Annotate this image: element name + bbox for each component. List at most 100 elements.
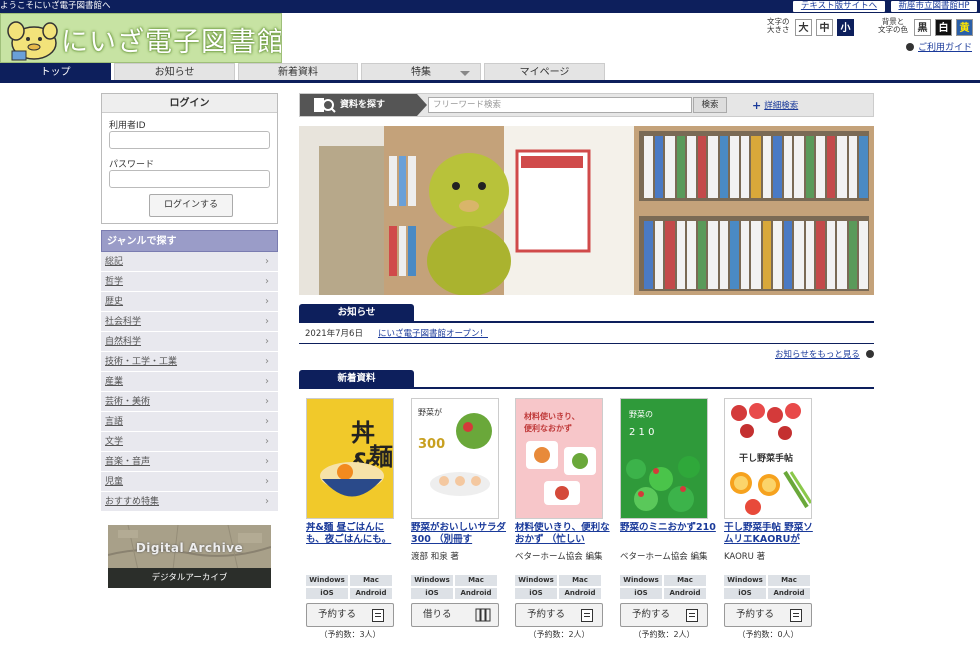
plus-icon: + — [752, 99, 762, 112]
font-size-large-button[interactable]: 大 — [795, 19, 812, 36]
reserve-icon — [790, 609, 802, 622]
platform-ios: iOS — [411, 588, 453, 599]
reserve-icon — [686, 609, 698, 622]
theme-yellow-button[interactable]: 黄 — [956, 19, 973, 36]
theme-black-button[interactable]: 黒 — [914, 19, 931, 36]
news-list: 2021年7月6日 にいざ電子図書館オープン！ — [299, 325, 874, 344]
news-date: 2021年7月6日 — [305, 329, 363, 339]
new-items-section-title: 新着資料 — [299, 370, 414, 387]
user-id-label: 利用者ID — [109, 121, 146, 131]
genre-item-recommended[interactable]: おすすめ特集 › — [101, 492, 278, 512]
password-label: パスワード — [109, 160, 155, 170]
theme-white-button[interactable]: 白 — [935, 19, 952, 36]
user-id-input[interactable] — [109, 131, 270, 149]
font-size-medium-button[interactable]: 中 — [816, 19, 833, 36]
tab-mypage[interactable]: マイページ — [484, 63, 605, 80]
reservation-count: （予約数：2人） — [528, 630, 590, 639]
tab-news[interactable]: お知らせ — [114, 63, 235, 80]
reservation-count: （予約数：3人） — [319, 630, 381, 639]
platform-windows: Windows — [724, 575, 766, 586]
genre-item-literature[interactable]: 文学 › — [101, 432, 278, 452]
book-cover[interactable]: 野菜の 2 1 0 — [620, 398, 708, 519]
site-logo[interactable]: にいざ電子図書館 — [0, 13, 282, 63]
chevron-right-icon: › — [265, 276, 269, 287]
news-item-link[interactable]: にいざ電子図書館オープン！ — [378, 325, 488, 344]
tab-features[interactable]: 特集 — [361, 63, 481, 80]
reserve-button[interactable]: 予約する — [515, 603, 603, 627]
search-label: 資料を探す — [300, 94, 427, 116]
font-size-small-button[interactable]: 小 — [837, 19, 854, 36]
chevron-right-icon: › — [265, 496, 269, 507]
chevron-down-icon — [460, 71, 470, 76]
archive-label: デジタルアーカイブ — [108, 568, 271, 588]
password-input[interactable] — [109, 170, 270, 188]
platform-android: Android — [664, 588, 706, 599]
platform-ios: iOS — [724, 588, 766, 599]
book-cover[interactable]: 丼& 麺 — [306, 398, 394, 519]
genre-item-social-science[interactable]: 社会科学 › — [101, 312, 278, 332]
platform-ios: iOS — [515, 588, 557, 599]
news-section-header: お知らせ — [299, 304, 874, 323]
advanced-search-link[interactable]: + 詳細検索 — [752, 99, 798, 112]
chevron-right-icon: › — [265, 316, 269, 327]
chevron-right-icon: › — [265, 296, 269, 307]
chevron-right-icon: › — [265, 336, 269, 347]
genre-item-industry[interactable]: 産業 › — [101, 372, 278, 392]
tab-features-label: 特集 — [411, 67, 431, 78]
chevron-right-icon: › — [265, 256, 269, 267]
color-theme-label: 背景と 文字の色 — [878, 17, 908, 34]
news-section-title: お知らせ — [299, 304, 414, 321]
reservation-count: （予約数：2人） — [633, 630, 695, 639]
reserve-button[interactable]: 予約する — [620, 603, 708, 627]
genre-item-philosophy[interactable]: 哲学 › — [101, 272, 278, 292]
platform-mac: Mac — [350, 575, 392, 586]
book-cover[interactable]: 干し野菜手帖 — [724, 398, 812, 519]
search-bar: 資料を探す フリーワード検索 検索 + 詳細検索 — [299, 93, 874, 117]
tab-top[interactable]: トップ — [0, 63, 111, 80]
welcome-text: ようこそにいざ電子図書館へ — [0, 1, 111, 11]
book-author: ベターホーム協会 編集 — [620, 552, 708, 562]
genre-item-history[interactable]: 歴史 › — [101, 292, 278, 312]
platform-ios: iOS — [620, 588, 662, 599]
chevron-right-icon: › — [265, 356, 269, 367]
borrow-button[interactable]: 借りる — [411, 603, 499, 627]
platform-mac: Mac — [455, 575, 497, 586]
login-button[interactable]: ログインする — [149, 194, 233, 217]
book-cover[interactable]: 材料使いきり、 便利なおかず — [515, 398, 603, 519]
book-search-icon — [314, 98, 336, 113]
user-guide-link[interactable]: ご利用ガイド — [906, 40, 972, 53]
digital-archive-banner[interactable]: Digital Archive デジタルアーカイブ — [108, 525, 271, 588]
genre-item-technology[interactable]: 技術・工学・工業 › — [101, 352, 278, 372]
book-title-link[interactable]: 野菜のミニおかず210 — [620, 522, 716, 547]
more-news-link[interactable]: お知らせをもっと見る — [775, 348, 874, 360]
book-title-link[interactable]: 干し野菜手帖 野菜ソムリエKAORUが — [724, 522, 820, 547]
archive-title: Digital Archive — [135, 541, 244, 555]
genre-item-general[interactable]: 総記 › — [101, 252, 278, 272]
genre-item-arts[interactable]: 芸術・美術 › — [101, 392, 278, 412]
top-bar: ようこそにいざ電子図書館へ テキスト版サイトへ 新座市立図書館HP — [0, 0, 980, 13]
new-items-section-header: 新着資料 — [299, 370, 874, 389]
search-button[interactable]: 検索 — [693, 97, 727, 113]
library-hp-link[interactable]: 新座市立図書館HP — [891, 1, 977, 12]
text-site-link[interactable]: テキスト版サイトへ — [793, 1, 885, 12]
book-title-link[interactable]: 丼&麺 昼ごはんにも、夜ごはんにも。 — [306, 522, 402, 547]
platform-mac: Mac — [664, 575, 706, 586]
genre-item-natural-science[interactable]: 自然科学 › — [101, 332, 278, 352]
book-cover[interactable]: 野菜が 300 — [411, 398, 499, 519]
reserve-button[interactable]: 予約する — [306, 603, 394, 627]
platform-android: Android — [350, 588, 392, 599]
login-panel: ログイン 利用者ID パスワード ログインする — [101, 93, 278, 224]
genre-item-language[interactable]: 言語 › — [101, 412, 278, 432]
genre-item-children[interactable]: 児童 › — [101, 472, 278, 492]
reserve-button[interactable]: 予約する — [724, 603, 812, 627]
chevron-right-icon: › — [265, 476, 269, 487]
book-author: ベターホーム協会 編集 — [515, 552, 603, 562]
platform-windows: Windows — [620, 575, 662, 586]
platform-windows: Windows — [411, 575, 453, 586]
book-title-link[interactable]: 材料使いきり、便利なおかず （忙しい — [515, 522, 611, 547]
book-title-link[interactable]: 野菜がおいしいサラダ300 （別冊す — [411, 522, 507, 547]
tab-new-items[interactable]: 新着資料 — [238, 63, 358, 80]
search-input[interactable]: フリーワード検索 — [428, 97, 692, 113]
genre-item-music[interactable]: 音楽・音声 › — [101, 452, 278, 472]
chevron-right-icon: › — [265, 376, 269, 387]
